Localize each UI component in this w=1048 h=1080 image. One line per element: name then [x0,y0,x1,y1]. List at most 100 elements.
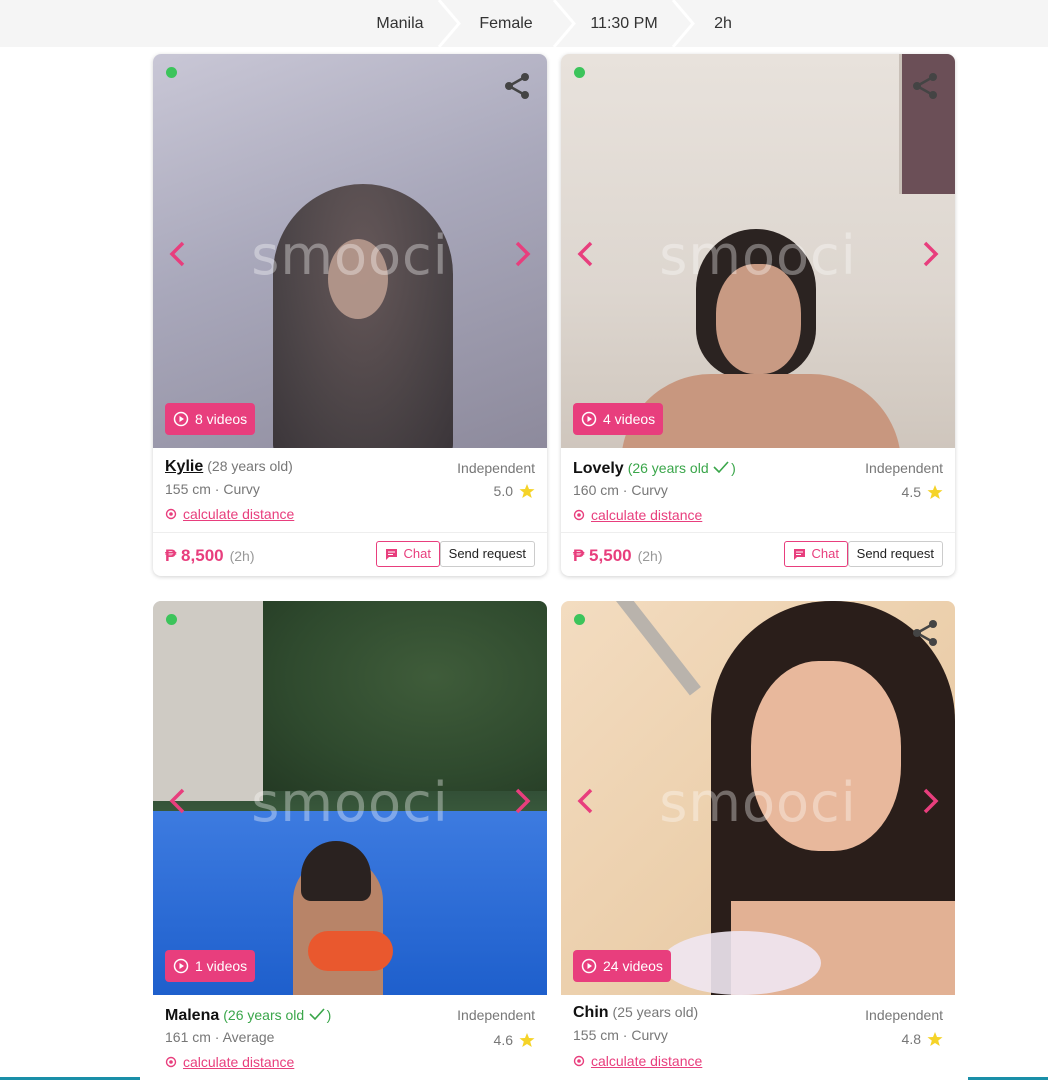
rating-value: 4.6 [493,1032,513,1048]
profile-photo[interactable]: smooci 24 videos [561,601,955,995]
name-row: Lovely (26 years old ) [573,460,736,477]
chevron-left-icon[interactable] [167,240,187,268]
rating-value: 4.8 [901,1031,921,1047]
profile-name-link[interactable]: Lovely [573,460,624,477]
videos-count: 24 videos [603,958,663,974]
calculate-distance-label: calculate distance [183,506,295,522]
profile-rating: 4.6 [494,1032,535,1048]
chat-icon [793,548,805,560]
videos-badge[interactable]: 1 videos [165,950,256,982]
filter-duration[interactable]: 2h [700,0,746,47]
online-indicator [166,614,177,625]
calculate-distance-label: calculate distance [591,1053,703,1069]
location-target-icon [573,509,585,521]
star-icon [519,484,535,498]
profile-stats: 160 cm · Curvy [573,482,668,498]
profile-type: Independent [457,1007,535,1023]
play-icon [581,411,597,427]
online-indicator [574,614,585,625]
share-icon[interactable] [909,70,941,102]
rating-value: 5.0 [493,483,513,499]
chat-icon [385,548,397,560]
online-indicator [574,67,585,78]
name-row: Chin (25 years old) [573,1004,698,1022]
profile-stats: 155 cm · Curvy [573,1027,668,1043]
star-icon [927,485,943,499]
rating-value: 4.5 [901,484,921,500]
videos-badge[interactable]: 4 videos [573,403,664,435]
name-row: Malena (26 years old ) [165,1007,332,1024]
profile-type: Independent [865,460,943,476]
send-request-button[interactable]: Send request [439,541,535,567]
profile-card[interactable]: smooci 4 videos Lovely (26 years old ) In… [561,54,955,576]
calculate-distance-link[interactable]: calculate distance [165,1054,294,1070]
profile-photo[interactable]: smooci 1 videos [153,601,547,995]
profile-type: Independent [457,460,535,476]
location-target-icon [165,1056,177,1068]
filter-time[interactable]: 11:30 PM [578,0,670,47]
chevron-right-icon [437,0,461,47]
calculate-distance-label: calculate distance [591,507,703,523]
profile-info: Chin (25 years old) Independent 155 cm · … [561,995,955,1080]
share-icon[interactable] [909,617,941,649]
videos-count: 4 videos [603,411,656,427]
watermark: smooci [251,224,449,287]
videos-count: 8 videos [195,411,248,427]
profile-card[interactable]: smooci 24 videos Chin (25 years old) Inde… [561,601,955,1080]
divider [561,532,955,533]
filter-location[interactable]: Manila [350,0,450,47]
chevron-left-icon[interactable] [575,787,595,815]
videos-badge[interactable]: 8 videos [165,403,256,435]
play-icon [581,958,597,974]
profile-age: (28 years old) [207,458,293,474]
profile-age: (26 years old [627,460,709,476]
profile-name-link[interactable]: Kylie [165,458,203,475]
verified-check-icon [713,461,729,474]
chevron-right-icon [552,0,576,47]
chevron-right-icon[interactable] [513,787,533,815]
price: ₱ 5,500 [573,546,632,565]
location-target-icon [165,508,177,520]
price-duration: (2h) [229,548,255,564]
chevron-right-icon[interactable] [921,787,941,815]
profile-rating: 4.5 [902,484,943,500]
videos-badge[interactable]: 24 videos [573,950,671,982]
profile-name-link[interactable]: Chin [573,1004,609,1021]
share-icon[interactable] [501,70,533,102]
profile-card[interactable]: smooci 8 videos Kylie (28 years old) Inde… [153,54,547,576]
profile-info: Lovely (26 years old ) Independent 160 cm… [561,448,955,576]
profile-info: Kylie (28 years old) Independent 155 cm ·… [153,448,547,576]
play-icon [173,958,189,974]
profile-type: Independent [865,1007,943,1023]
play-icon [173,411,189,427]
chevron-left-icon[interactable] [167,787,187,815]
profile-card[interactable]: smooci 1 videos Malena (26 years old ) In… [153,601,547,1080]
chevron-left-icon[interactable] [575,240,595,268]
filter-gender[interactable]: Female [460,0,552,47]
price-row: ₱ 5,500 (2h) [573,546,663,566]
chat-button[interactable]: Chat [783,541,848,567]
name-row: Kylie (28 years old) [165,458,293,476]
profile-stats: 161 cm · Average [165,1029,275,1045]
price-row: ₱ 8,500 (2h) [165,546,255,566]
profile-name-link[interactable]: Malena [165,1007,219,1024]
profile-rating: 4.8 [902,1031,943,1047]
location-target-icon [573,1055,585,1067]
send-request-button[interactable]: Send request [847,541,943,567]
chat-button[interactable]: Chat [375,541,440,567]
profile-stats: 155 cm · Curvy [165,481,260,497]
verified-check-icon [309,1008,325,1021]
star-icon [927,1032,943,1046]
profile-photo[interactable]: smooci 4 videos [561,54,955,448]
calculate-distance-link[interactable]: calculate distance [573,507,702,523]
calculate-distance-link[interactable]: calculate distance [573,1053,702,1069]
profile-age: (25 years old) [612,1004,699,1020]
price: ₱ 8,500 [165,546,224,565]
chevron-right-icon[interactable] [921,240,941,268]
chat-label: Chat [811,546,839,561]
profile-info: Malena (26 years old ) Independent 161 cm… [153,995,547,1080]
chevron-right-icon[interactable] [513,240,533,268]
calculate-distance-link[interactable]: calculate distance [165,506,294,522]
watermark: smooci [251,771,449,834]
profile-photo[interactable]: smooci 8 videos [153,54,547,448]
